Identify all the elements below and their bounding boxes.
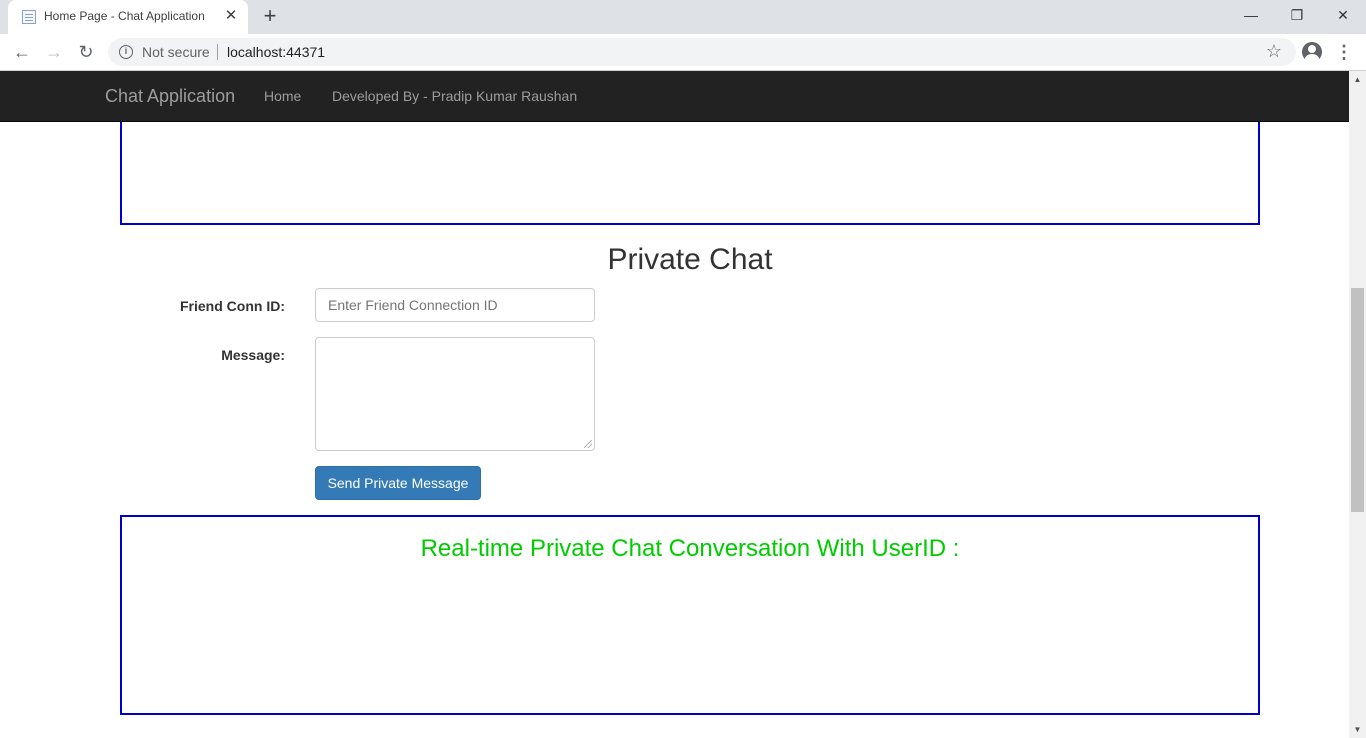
- security-label: Not secure: [142, 44, 210, 60]
- scroll-down-icon[interactable]: ▼: [1349, 721, 1366, 738]
- close-window-button[interactable]: ✕: [1320, 0, 1366, 30]
- bookmark-star-icon[interactable]: ☆: [1266, 41, 1282, 62]
- tab-close-icon[interactable]: ✕: [222, 7, 240, 25]
- site-navbar: Chat Application Home Developed By - Pra…: [0, 71, 1349, 122]
- back-icon[interactable]: ←: [9, 39, 35, 65]
- browser-menu-icon[interactable]: ⋮: [1334, 41, 1354, 63]
- new-tab-button[interactable]: +: [258, 5, 282, 29]
- navbar-brand[interactable]: Chat Application: [105, 86, 235, 107]
- browser-toolbar: ← → ↻ i Not secure localhost:44371 ☆ ⋮: [0, 34, 1366, 71]
- conversation-title: Real-time Private Chat Conversation With…: [420, 535, 960, 562]
- scroll-up-icon[interactable]: ▲: [1349, 71, 1366, 88]
- page-scrollbar[interactable]: ▲ ▼: [1349, 71, 1366, 738]
- address-bar[interactable]: i Not secure localhost:44371 ☆: [108, 38, 1296, 66]
- address-divider: [217, 44, 218, 60]
- reload-icon[interactable]: ↻: [73, 39, 99, 65]
- nav-link-home[interactable]: Home: [264, 88, 301, 104]
- page-favicon-icon: [22, 10, 36, 24]
- message-textarea[interactable]: [315, 337, 595, 451]
- minimize-button[interactable]: —: [1228, 0, 1274, 30]
- forward-icon[interactable]: →: [41, 39, 67, 65]
- friend-conn-id-input[interactable]: [315, 288, 595, 322]
- private-conversation-box: Real-time Private Chat Conversation With…: [120, 515, 1260, 715]
- nav-link-developer[interactable]: Developed By - Pradip Kumar Raushan: [332, 88, 577, 104]
- restore-button[interactable]: ❐: [1274, 0, 1320, 30]
- friend-conn-id-label: Friend Conn ID:: [180, 298, 285, 314]
- tab-title: Home Page - Chat Application: [44, 9, 205, 23]
- message-label: Message:: [221, 347, 285, 363]
- private-chat-title: Private Chat: [607, 243, 773, 276]
- resize-grip-icon[interactable]: [584, 440, 592, 448]
- page-viewport: Private Chat Friend Conn ID: Message: Se…: [0, 71, 1349, 738]
- scroll-thumb[interactable]: [1351, 288, 1364, 512]
- profile-avatar-icon[interactable]: [1302, 42, 1322, 62]
- send-private-message-button[interactable]: Send Private Message: [315, 466, 481, 500]
- url-text[interactable]: localhost:44371: [227, 44, 325, 60]
- info-icon[interactable]: i: [119, 45, 133, 59]
- browser-tab-bar: Home Page - Chat Application ✕ + — ❐ ✕: [0, 0, 1366, 34]
- browser-tab[interactable]: Home Page - Chat Application ✕: [8, 0, 248, 34]
